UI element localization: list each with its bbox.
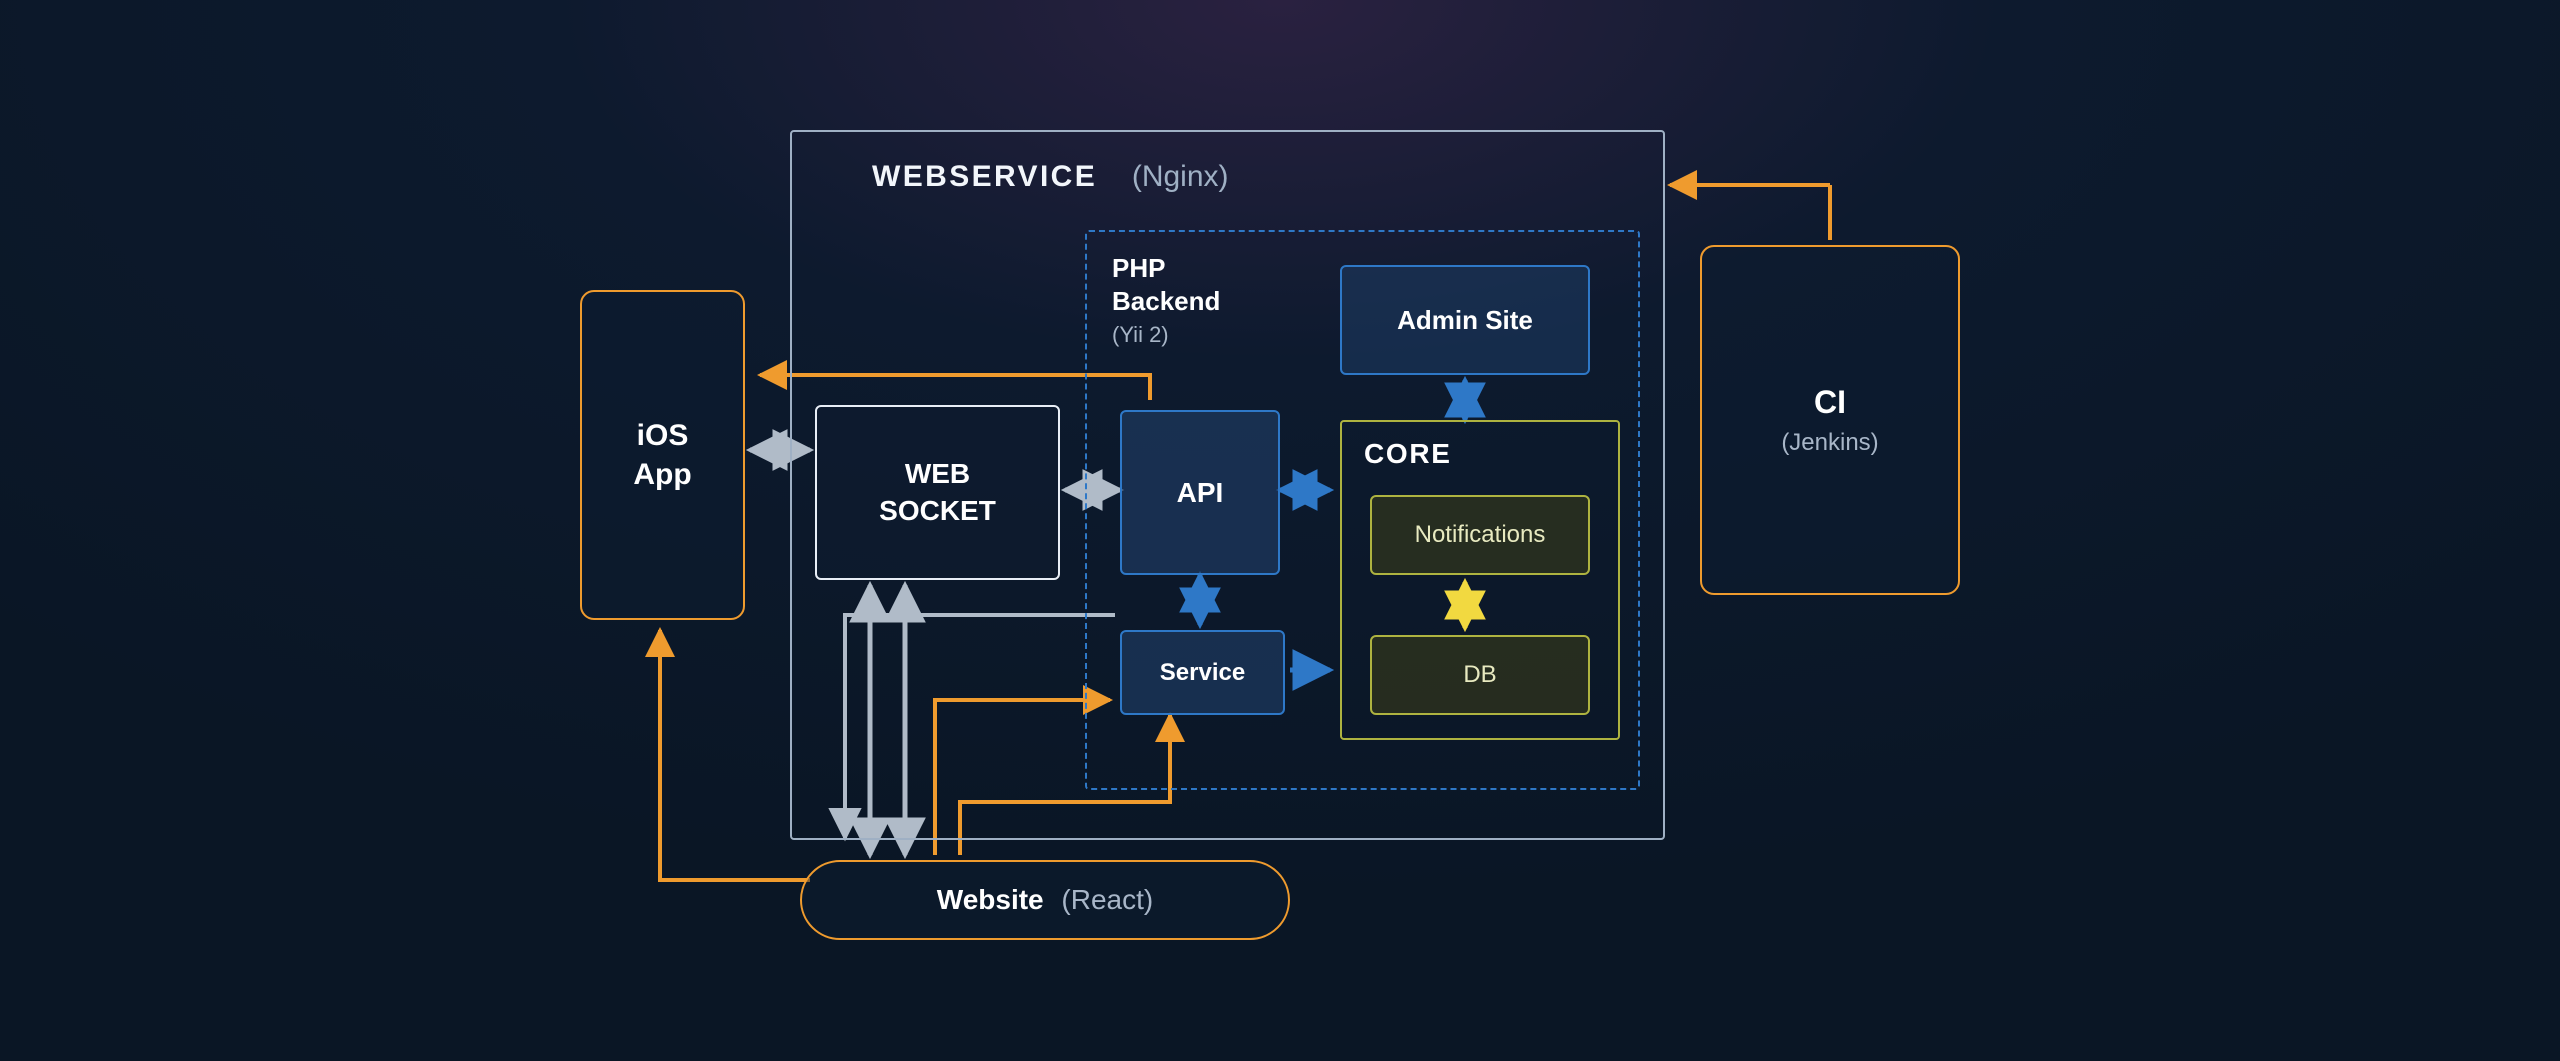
webservice-tech: (Nginx) [1132,160,1229,193]
edge-website-ios [660,630,810,880]
ci-node: CI (Jenkins) [1700,245,1960,595]
php-tech: (Yii 2) [1112,321,1220,349]
service-label: Service [1160,659,1245,687]
website-node: Website (React) [800,860,1290,940]
websocket-title-2: SOCKET [879,493,996,529]
admin-site-label: Admin Site [1397,305,1533,336]
db-node: DB [1370,635,1590,715]
api-label: API [1177,477,1224,509]
core-title: CORE [1364,438,1452,470]
php-title-2: Backend [1112,285,1220,318]
architecture-diagram: WEBSERVICE (Nginx) PHP Backend (Yii 2) A… [0,0,2560,1061]
php-title-1: PHP [1112,252,1220,285]
ios-title-1: iOS [637,416,689,455]
ios-title-2: App [633,455,691,494]
websocket-node: WEB SOCKET [815,405,1060,580]
website-title: Website [937,884,1044,915]
ci-title: CI [1814,384,1846,421]
notifications-label: Notifications [1415,521,1546,549]
admin-site-node: Admin Site [1340,265,1590,375]
websocket-title-1: WEB [905,456,970,492]
ios-app-node: iOS App [580,290,745,620]
notifications-node: Notifications [1370,495,1590,575]
ci-tech: (Jenkins) [1781,429,1878,457]
webservice-title: WEBSERVICE [872,160,1097,193]
db-label: DB [1463,661,1496,689]
api-node: API [1120,410,1280,575]
website-tech: (React) [1061,884,1153,915]
service-node: Service [1120,630,1285,715]
